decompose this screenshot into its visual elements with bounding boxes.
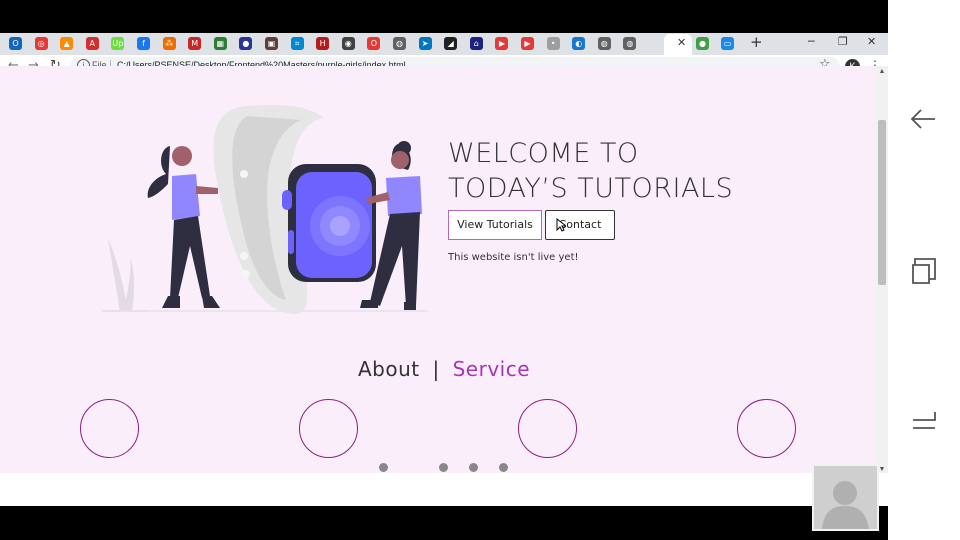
tab-strip: O ◎ ▲ A Up f ⁂ M ▦ ● ▣ ⌗ H ◉ O ◍ ➤ ◢ ⌂ ▶ ▶ • ◐ ◍ ◍ ● ▭ ✕ + ─ ❐ ✕ <box>0 33 888 55</box>
app-icon-19[interactable]: ⌂ <box>469 37 483 50</box>
hero-title-line-1: WELCOME TO <box>448 138 639 169</box>
top-black-bar <box>0 0 888 33</box>
app-icon-12[interactable]: ⌗ <box>290 37 304 50</box>
service-link[interactable]: Service <box>453 357 530 381</box>
app-icon-11[interactable]: ▣ <box>265 37 278 50</box>
app-icon-18[interactable]: ◢ <box>444 37 458 50</box>
window-close-icon[interactable]: ✕ <box>867 35 876 48</box>
zoom-icon[interactable]: ▭ <box>721 37 734 50</box>
android-nav-bar <box>888 0 960 540</box>
hero-illustration <box>102 105 428 315</box>
about-link[interactable]: About <box>358 357 420 381</box>
upwork-icon[interactable]: Up <box>111 37 125 50</box>
carousel-dot-4[interactable] <box>499 463 508 472</box>
view-tutorials-button[interactable]: View Tutorials <box>448 210 542 240</box>
gmail-icon[interactable]: M <box>188 37 202 50</box>
app-icon-17[interactable]: ➤ <box>418 37 432 50</box>
heading-separator: | <box>432 357 440 381</box>
person-silhouette-icon <box>822 481 869 529</box>
app-icon-2[interactable]: ◎ <box>34 37 48 50</box>
app-icon-3[interactable]: ▲ <box>60 37 74 50</box>
youtube-icon-2[interactable]: ▶ <box>521 37 534 50</box>
carousel-dot-1[interactable] <box>379 463 388 472</box>
scrollbar-thumb[interactable] <box>878 120 886 285</box>
hero-title-line-2: TODAY’S TUTORIALS <box>448 173 734 204</box>
outlook-icon[interactable]: O <box>9 37 22 50</box>
web-page: WELCOME TO TODAY’S TUTORIALS View Tutori… <box>0 66 876 473</box>
globe-icon-3[interactable]: ◍ <box>623 37 637 50</box>
webcam-placeholder <box>812 464 879 531</box>
app-icon-23[interactable]: ◐ <box>572 37 586 50</box>
back-arrow-icon[interactable] <box>909 104 939 134</box>
status-note: This website isn't live yet! <box>448 252 579 263</box>
new-tab-button[interactable]: + <box>750 33 763 51</box>
feature-circle-2 <box>299 399 358 458</box>
minimize-icon[interactable]: ─ <box>808 35 815 48</box>
section-heading: About | Service <box>358 357 530 381</box>
feature-circle-3 <box>518 399 577 458</box>
scroll-up-icon[interactable]: ▲ <box>876 68 888 75</box>
carousel-dot-2[interactable] <box>439 463 448 472</box>
opera-icon[interactable]: O <box>367 37 381 50</box>
restore-icon[interactable]: ❐ <box>838 35 848 48</box>
acrobat-icon[interactable]: A <box>85 37 99 50</box>
app-icon-9[interactable]: ▦ <box>213 37 227 50</box>
app-icon-14[interactable]: ◉ <box>341 37 355 50</box>
feature-circle-1 <box>80 399 139 458</box>
feature-circle-4 <box>737 399 796 458</box>
youtube-icon[interactable]: ▶ <box>495 37 509 50</box>
carousel-dot-3[interactable] <box>469 463 478 472</box>
bottom-black-bar <box>0 506 888 540</box>
app-icon-26[interactable]: ● <box>696 37 709 50</box>
mouse-cursor-icon <box>556 218 566 232</box>
app-icon-22[interactable]: • <box>546 37 560 50</box>
app-icon-7[interactable]: ⁂ <box>162 37 176 50</box>
close-tab-icon[interactable]: ✕ <box>677 36 686 49</box>
recent-apps-icon[interactable] <box>909 256 939 286</box>
page-scrollbar[interactable]: ▲ ▼ <box>876 66 888 473</box>
hero-title: WELCOME TO TODAY’S TUTORIALS <box>448 136 733 206</box>
facebook-icon[interactable]: f <box>137 37 150 50</box>
globe-icon[interactable]: ◍ <box>393 37 406 50</box>
hbr-icon[interactable]: H <box>316 37 330 50</box>
home-icon[interactable] <box>909 408 939 438</box>
globe-icon-2[interactable]: ◍ <box>597 37 611 50</box>
app-icon-10[interactable]: ● <box>239 37 253 50</box>
